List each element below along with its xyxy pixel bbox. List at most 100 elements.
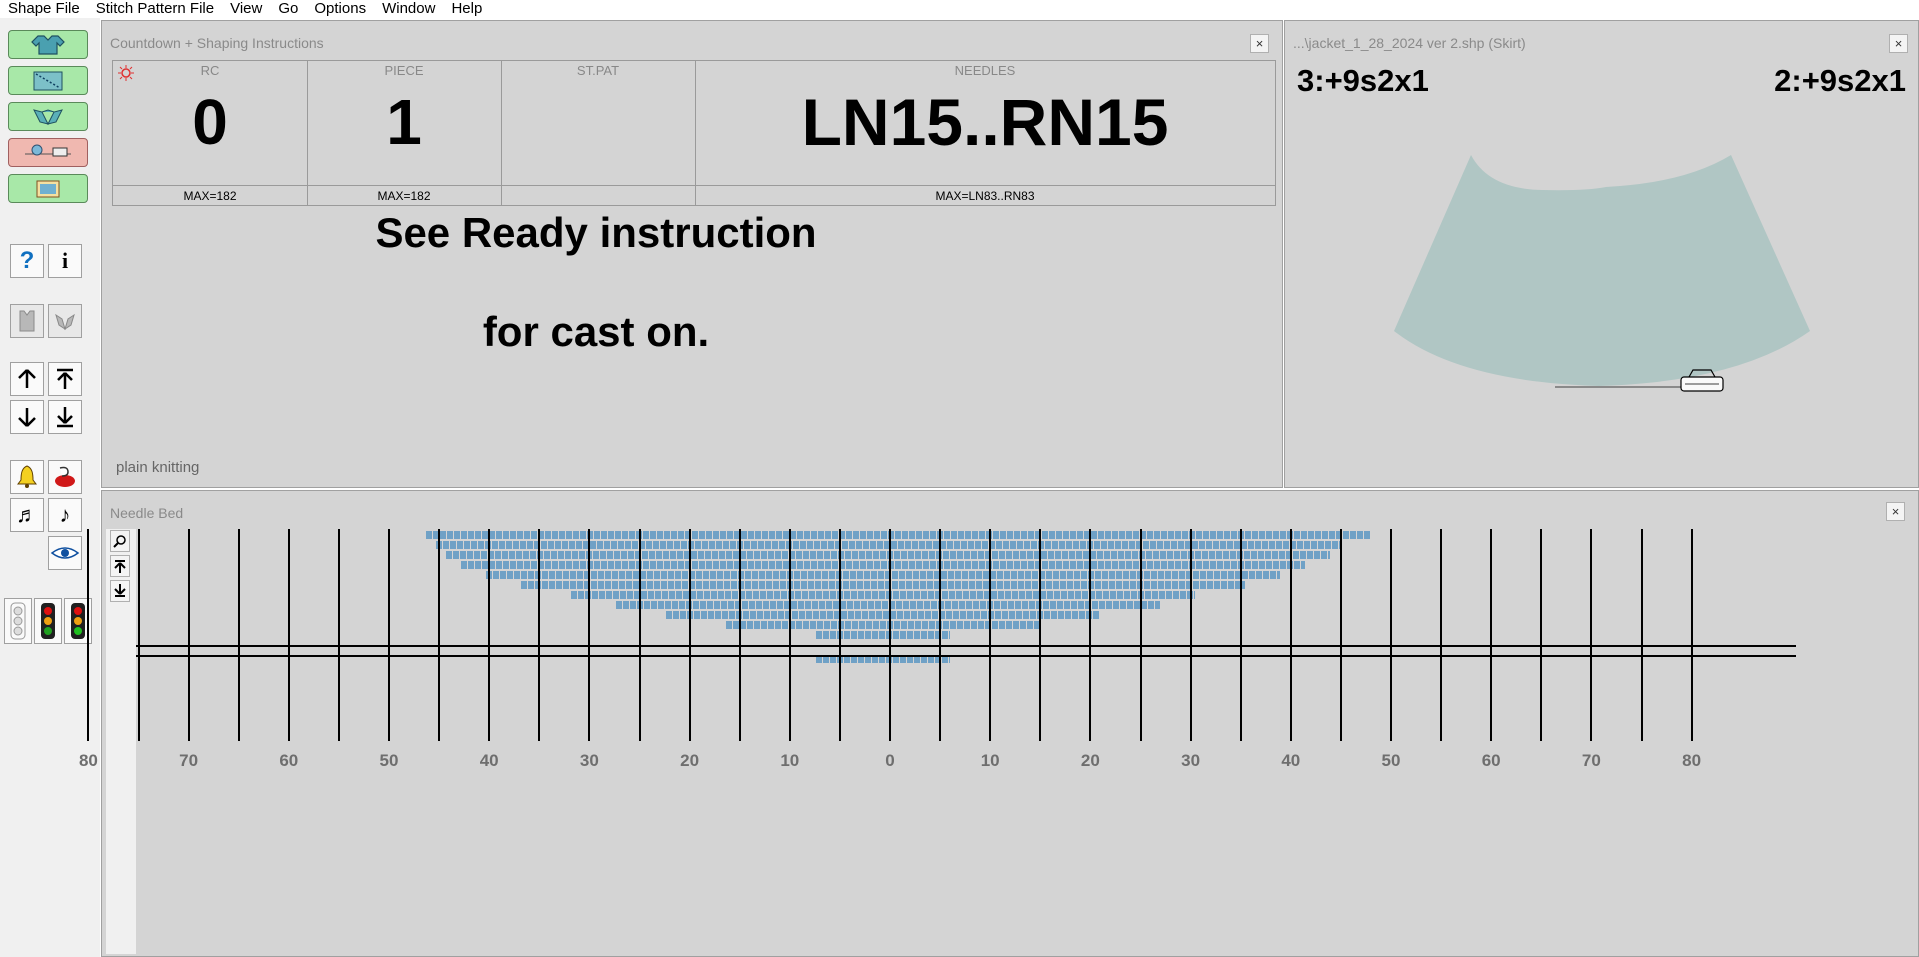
speech-button[interactable]	[48, 460, 82, 494]
instruction-line-1: See Ready instruction	[375, 209, 817, 256]
needle-tick	[1390, 529, 1392, 741]
needle-bed-close-button[interactable]: ×	[1886, 502, 1905, 521]
reset-icon[interactable]	[118, 65, 134, 81]
pieces-icon	[33, 108, 63, 125]
stitch-row	[446, 549, 1330, 559]
needle-bed-pane: Needle Bed × 80 70 60 50 40 30 20 10 0 10 20 30 40 50…	[79, 490, 1919, 957]
needles-value: LN15..RN15	[801, 85, 1169, 159]
max-row: MAX=182 MAX=182 MAX=LN83..RN83	[113, 185, 1275, 206]
carriage-button[interactable]	[8, 138, 88, 167]
needle-tick	[1289, 529, 1292, 741]
needle-number-label: 20	[1080, 751, 1100, 770]
to-bottom-button[interactable]	[48, 400, 82, 434]
needle-number-label: 30	[579, 751, 599, 770]
sweater-icon	[31, 34, 65, 55]
needle-tick	[939, 529, 942, 741]
magnifier-icon	[113, 535, 126, 548]
view-button[interactable]	[48, 536, 82, 570]
needle-tick	[889, 529, 891, 741]
traffic-button[interactable]	[34, 598, 62, 644]
countdown-close-button[interactable]: ×	[1250, 34, 1269, 53]
needle-number-label: 30	[1181, 751, 1201, 770]
scroll-down-button[interactable]	[110, 580, 130, 602]
needle-number-label: 10	[980, 751, 1000, 770]
needles-header: NEEDLES	[954, 63, 1016, 78]
needle-tick	[1039, 529, 1042, 741]
row-down-button[interactable]	[10, 400, 44, 434]
needle-tick	[1339, 529, 1342, 741]
traffic-light-icon	[41, 603, 55, 639]
menu-window[interactable]: Window	[374, 1, 443, 17]
needle-tick	[388, 529, 390, 741]
countdown-pane: Countdown + Shaping Instructions × RC 0 …	[101, 20, 1283, 488]
shaping-icon	[33, 71, 63, 90]
needle-tick	[87, 529, 90, 741]
music-note-double-icon: ♬	[16, 502, 38, 527]
instruction-line-2: for cast on.	[482, 308, 710, 355]
needle-tick	[788, 529, 791, 741]
stop-light-button[interactable]	[4, 598, 32, 644]
needle-tick	[237, 529, 240, 741]
stitch-row	[486, 569, 1280, 579]
status-text: plain knitting	[116, 459, 200, 476]
needle-tick	[1540, 529, 1543, 741]
up-arrow-icon	[114, 560, 126, 573]
needle-number-label: 40	[479, 751, 499, 770]
speech-icon	[55, 466, 75, 487]
menu-help[interactable]: Help	[443, 1, 490, 17]
needle-number-label: 80	[1682, 751, 1702, 770]
carriage-icon	[25, 144, 71, 156]
piece-max: MAX=182	[307, 186, 502, 206]
needle-number-label: 50	[1381, 751, 1401, 770]
needle-tick	[688, 529, 691, 741]
piece-cell: PIECE 1	[307, 61, 502, 186]
shaping-button[interactable]	[8, 66, 88, 95]
countdown-grid: RC 0 PIECE 1 ST.PAT NEEDLES LN15..RN15 M…	[112, 60, 1276, 206]
traffic-light-green-icon	[71, 603, 85, 639]
menu-view[interactable]: View	[222, 1, 270, 17]
countdown-title: Countdown + Shaping Instructions	[110, 35, 324, 51]
needle-number-label: 60	[1481, 751, 1501, 770]
needles-cell: NEEDLES LN15..RN15	[695, 61, 1275, 186]
zoom-button[interactable]	[110, 530, 130, 552]
down-arrow-icon	[18, 408, 36, 427]
menu-go[interactable]: Go	[270, 1, 306, 17]
needle-tick	[1490, 529, 1493, 741]
needle-tick	[588, 529, 591, 741]
down-arrow-icon	[114, 584, 126, 597]
needle-tick	[187, 529, 190, 741]
bell-button[interactable]	[10, 460, 44, 494]
needle-number-label: 80	[78, 751, 98, 770]
piece-header: PIECE	[384, 63, 424, 78]
needle-tick	[1590, 529, 1593, 741]
needle-number-label: 50	[379, 751, 399, 770]
needle-tick	[638, 529, 641, 741]
bottom-arrow-icon	[57, 407, 73, 428]
stitch-row	[666, 609, 1100, 619]
stitch-row	[616, 599, 1160, 609]
rc-value: 0	[192, 86, 228, 158]
needle-tick	[488, 529, 491, 741]
menu-options[interactable]: Options	[306, 1, 374, 17]
needle-bed-title: Needle Bed	[110, 505, 184, 521]
sound-all-button[interactable]: ♬	[10, 498, 44, 532]
needle-tick	[838, 529, 841, 741]
to-top-button[interactable]	[48, 362, 82, 396]
row-up-button[interactable]	[10, 362, 44, 396]
sound-button[interactable]: ♪	[48, 498, 82, 532]
menu-stitch-pattern-file[interactable]: Stitch Pattern File	[88, 1, 222, 17]
top-arrow-icon	[57, 368, 73, 389]
menu-shape-file[interactable]: Shape File	[0, 1, 88, 17]
rc-header: RC	[200, 63, 220, 78]
pieces-button[interactable]	[8, 102, 88, 131]
traffic-light-off-icon	[10, 602, 26, 640]
needle-number-label: 10	[780, 751, 800, 770]
garment-button[interactable]	[8, 30, 88, 59]
needle-number-label: 40	[1281, 751, 1301, 770]
needle-number-label: 70	[179, 751, 199, 770]
menu-bar: Shape File Stitch Pattern File View Go O…	[0, 0, 1919, 18]
needle-number-label: 60	[279, 751, 299, 770]
scroll-up-button[interactable]	[110, 555, 130, 577]
picture-button[interactable]	[8, 174, 88, 203]
needle-tick	[1690, 529, 1693, 741]
